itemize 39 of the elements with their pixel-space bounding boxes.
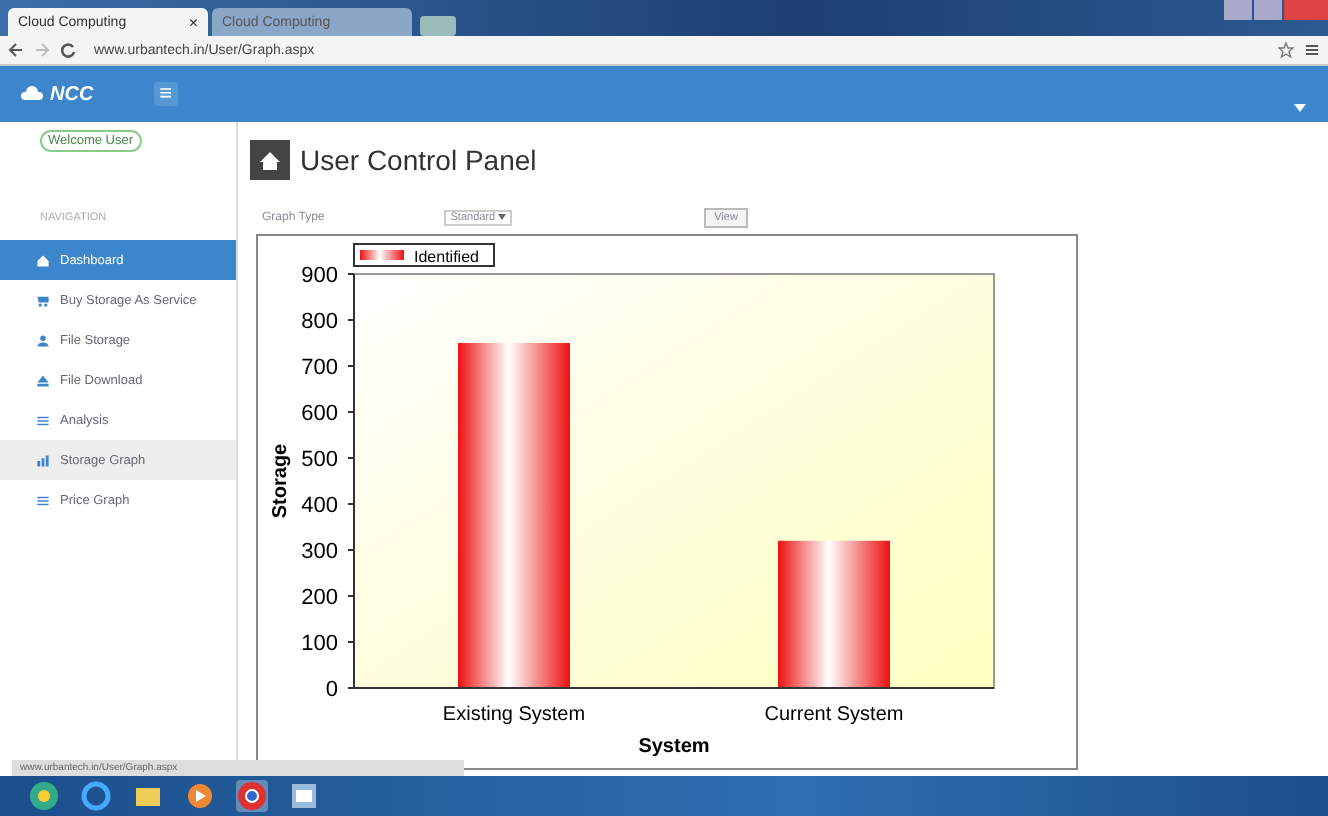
user-icon — [36, 333, 50, 347]
y-tick-label: 300 — [301, 540, 338, 564]
y-tick-label: 400 — [301, 494, 338, 518]
star-icon[interactable] — [1278, 42, 1294, 58]
y-tick-label: 700 — [301, 356, 338, 380]
browser-icon[interactable] — [80, 780, 112, 812]
page-title: User Control Panel — [300, 144, 537, 176]
caret-icon — [498, 214, 507, 220]
y-tick-label: 900 — [301, 264, 338, 288]
cart-icon — [36, 293, 50, 307]
y-tick-label: 500 — [301, 448, 338, 472]
list-icon — [36, 493, 50, 507]
menu-toggle-button[interactable]: ≡ — [153, 82, 179, 106]
legend-label: Identified — [414, 248, 479, 266]
start-button-icon[interactable] — [28, 780, 60, 812]
x-tick-label: Current System — [764, 704, 904, 726]
legend: Identified — [353, 243, 495, 267]
home-icon — [36, 253, 50, 267]
app-logo[interactable]: NCC — [50, 83, 94, 105]
menu-icon[interactable] — [1304, 42, 1320, 58]
caret-icon[interactable] — [1292, 102, 1308, 114]
x-axis-title: System — [638, 736, 710, 758]
y-axis-title: Storage — [270, 443, 292, 519]
cloud-logo-icon — [20, 86, 44, 102]
download-icon — [36, 373, 50, 387]
window-app-icon[interactable] — [288, 780, 320, 812]
y-tick-label: 100 — [301, 632, 338, 656]
y-tick-label: 200 — [301, 586, 338, 610]
close-icon[interactable]: × — [188, 13, 198, 31]
home-icon — [250, 140, 290, 180]
x-tick-label: Existing System — [442, 704, 586, 726]
back-icon[interactable] — [8, 42, 24, 58]
bar-chart-icon — [36, 453, 50, 467]
y-tick-label: 0 — [325, 678, 338, 702]
y-tick-label: 800 — [301, 310, 338, 334]
reload-icon[interactable] — [60, 42, 76, 58]
y-tick-label: 600 — [301, 402, 338, 426]
media-player-icon[interactable] — [184, 780, 216, 812]
list-icon — [36, 413, 50, 427]
